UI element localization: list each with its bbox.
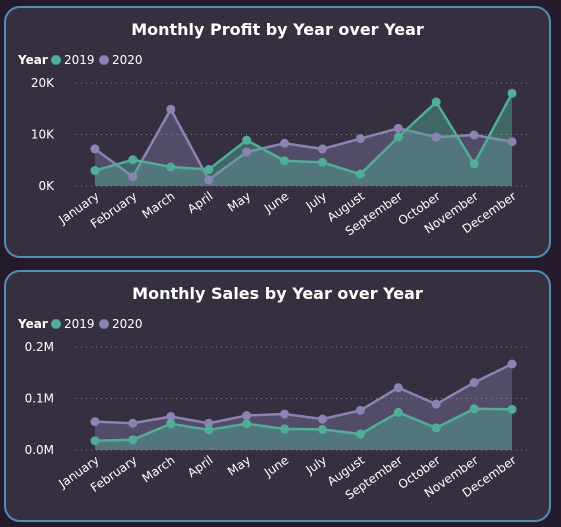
profit-point-2020-february[interactable]: [128, 172, 138, 182]
profit-point-2020-september[interactable]: [393, 123, 403, 133]
sales-point-2020-october[interactable]: [431, 399, 441, 409]
sales-y-tick-label: 0.2M: [25, 340, 54, 354]
sales-point-2020-june[interactable]: [280, 409, 290, 419]
profit-point-2019-march[interactable]: [166, 162, 176, 172]
sales-point-2019-june[interactable]: [280, 424, 290, 434]
sales-point-2020-july[interactable]: [317, 414, 327, 424]
sales-chart: Monthly Sales by Year over Year Year 2019 2…: [17, 284, 531, 503]
profit-point-2020-may[interactable]: [242, 147, 252, 157]
sales-point-2020-may[interactable]: [242, 410, 252, 420]
profit-point-2019-november[interactable]: [469, 159, 479, 169]
sales-point-2019-october[interactable]: [431, 423, 441, 433]
sales-chart-title: Monthly Sales by Year over Year: [132, 284, 423, 303]
profit-point-2020-april[interactable]: [204, 175, 214, 185]
sales-x-tick-label: May: [225, 453, 253, 479]
sales-y-tick-label: 0.0M: [25, 443, 54, 457]
sales-legend-title: Year: [17, 317, 48, 331]
profit-point-2019-august[interactable]: [355, 169, 365, 179]
sales-point-2019-february[interactable]: [128, 435, 138, 445]
profit-point-2020-august[interactable]: [355, 134, 365, 144]
profit-y-tick-label: 10K: [31, 128, 55, 142]
sales-x-tick-label: April: [185, 453, 216, 480]
profit-x-tick-label: June: [261, 189, 291, 216]
sales-point-2019-september[interactable]: [393, 407, 403, 417]
profit-point-2020-june[interactable]: [280, 138, 290, 148]
profit-point-2020-july[interactable]: [317, 144, 327, 154]
profit-point-2020-october[interactable]: [431, 132, 441, 142]
profit-point-2019-september[interactable]: [393, 132, 403, 142]
profit-legend-label-2020: 2020: [112, 53, 143, 67]
profit-x-tick-label: July: [303, 189, 330, 213]
profit-legend-marker-2020: [99, 55, 109, 65]
sales-chart-panel: Monthly Sales by Year over Year Year 2019 2…: [4, 270, 551, 522]
sales-y-tick-label: 0.1M: [25, 392, 54, 406]
sales-point-2020-november[interactable]: [469, 378, 479, 388]
sales-point-2019-march[interactable]: [166, 419, 176, 429]
sales-point-2019-december[interactable]: [507, 404, 517, 414]
profit-x-tick-label: May: [225, 189, 253, 215]
profit-point-2019-july[interactable]: [317, 157, 327, 167]
sales-point-2019-july[interactable]: [317, 424, 327, 434]
profit-legend-marker-2019: [51, 55, 61, 65]
profit-legend-label-2019: 2019: [64, 53, 95, 67]
profit-point-2020-november[interactable]: [469, 130, 479, 140]
profit-chart-panel: Monthly Profit by Year over Year Year 2019…: [4, 6, 551, 258]
sales-point-2019-november[interactable]: [469, 404, 479, 414]
sales-x-tick-label: July: [303, 453, 330, 477]
sales-x-tick-label: March: [140, 453, 178, 485]
sales-legend-label-2020: 2020: [112, 317, 143, 331]
sales-point-2020-december[interactable]: [507, 359, 517, 369]
profit-point-2020-january[interactable]: [90, 144, 100, 154]
profit-y-tick-label: 0K: [38, 179, 55, 193]
sales-point-2020-september[interactable]: [393, 383, 403, 393]
sales-point-2019-may[interactable]: [242, 419, 252, 429]
profit-point-2019-december[interactable]: [507, 88, 517, 98]
profit-point-2019-october[interactable]: [431, 97, 441, 107]
sales-point-2019-april[interactable]: [204, 425, 214, 435]
sales-point-2020-january[interactable]: [90, 417, 100, 427]
sales-point-2019-august[interactable]: [355, 429, 365, 439]
sales-point-2020-february[interactable]: [128, 418, 138, 428]
profit-y-tick-label: 20K: [31, 76, 55, 90]
profit-point-2019-january[interactable]: [90, 166, 100, 176]
profit-point-2019-february[interactable]: [128, 155, 138, 165]
sales-legend-label-2019: 2019: [64, 317, 95, 331]
sales-point-2020-august[interactable]: [355, 405, 365, 415]
profit-chart-title: Monthly Profit by Year over Year: [131, 20, 424, 39]
profit-point-2019-april[interactable]: [204, 165, 214, 175]
profit-x-tick-label: April: [185, 189, 216, 216]
profit-point-2019-may[interactable]: [242, 135, 252, 145]
sales-legend-marker-2019: [51, 319, 61, 329]
profit-chart: Monthly Profit by Year over Year Year 2019…: [17, 20, 531, 239]
profit-x-tick-label: March: [140, 189, 178, 221]
sales-x-tick-label: June: [261, 453, 291, 480]
profit-point-2020-march[interactable]: [166, 104, 176, 114]
profit-legend-title: Year: [17, 53, 48, 67]
profit-point-2019-june[interactable]: [280, 156, 290, 166]
sales-point-2019-january[interactable]: [90, 436, 100, 446]
sales-legend-marker-2020: [99, 319, 109, 329]
profit-point-2020-december[interactable]: [507, 137, 517, 147]
